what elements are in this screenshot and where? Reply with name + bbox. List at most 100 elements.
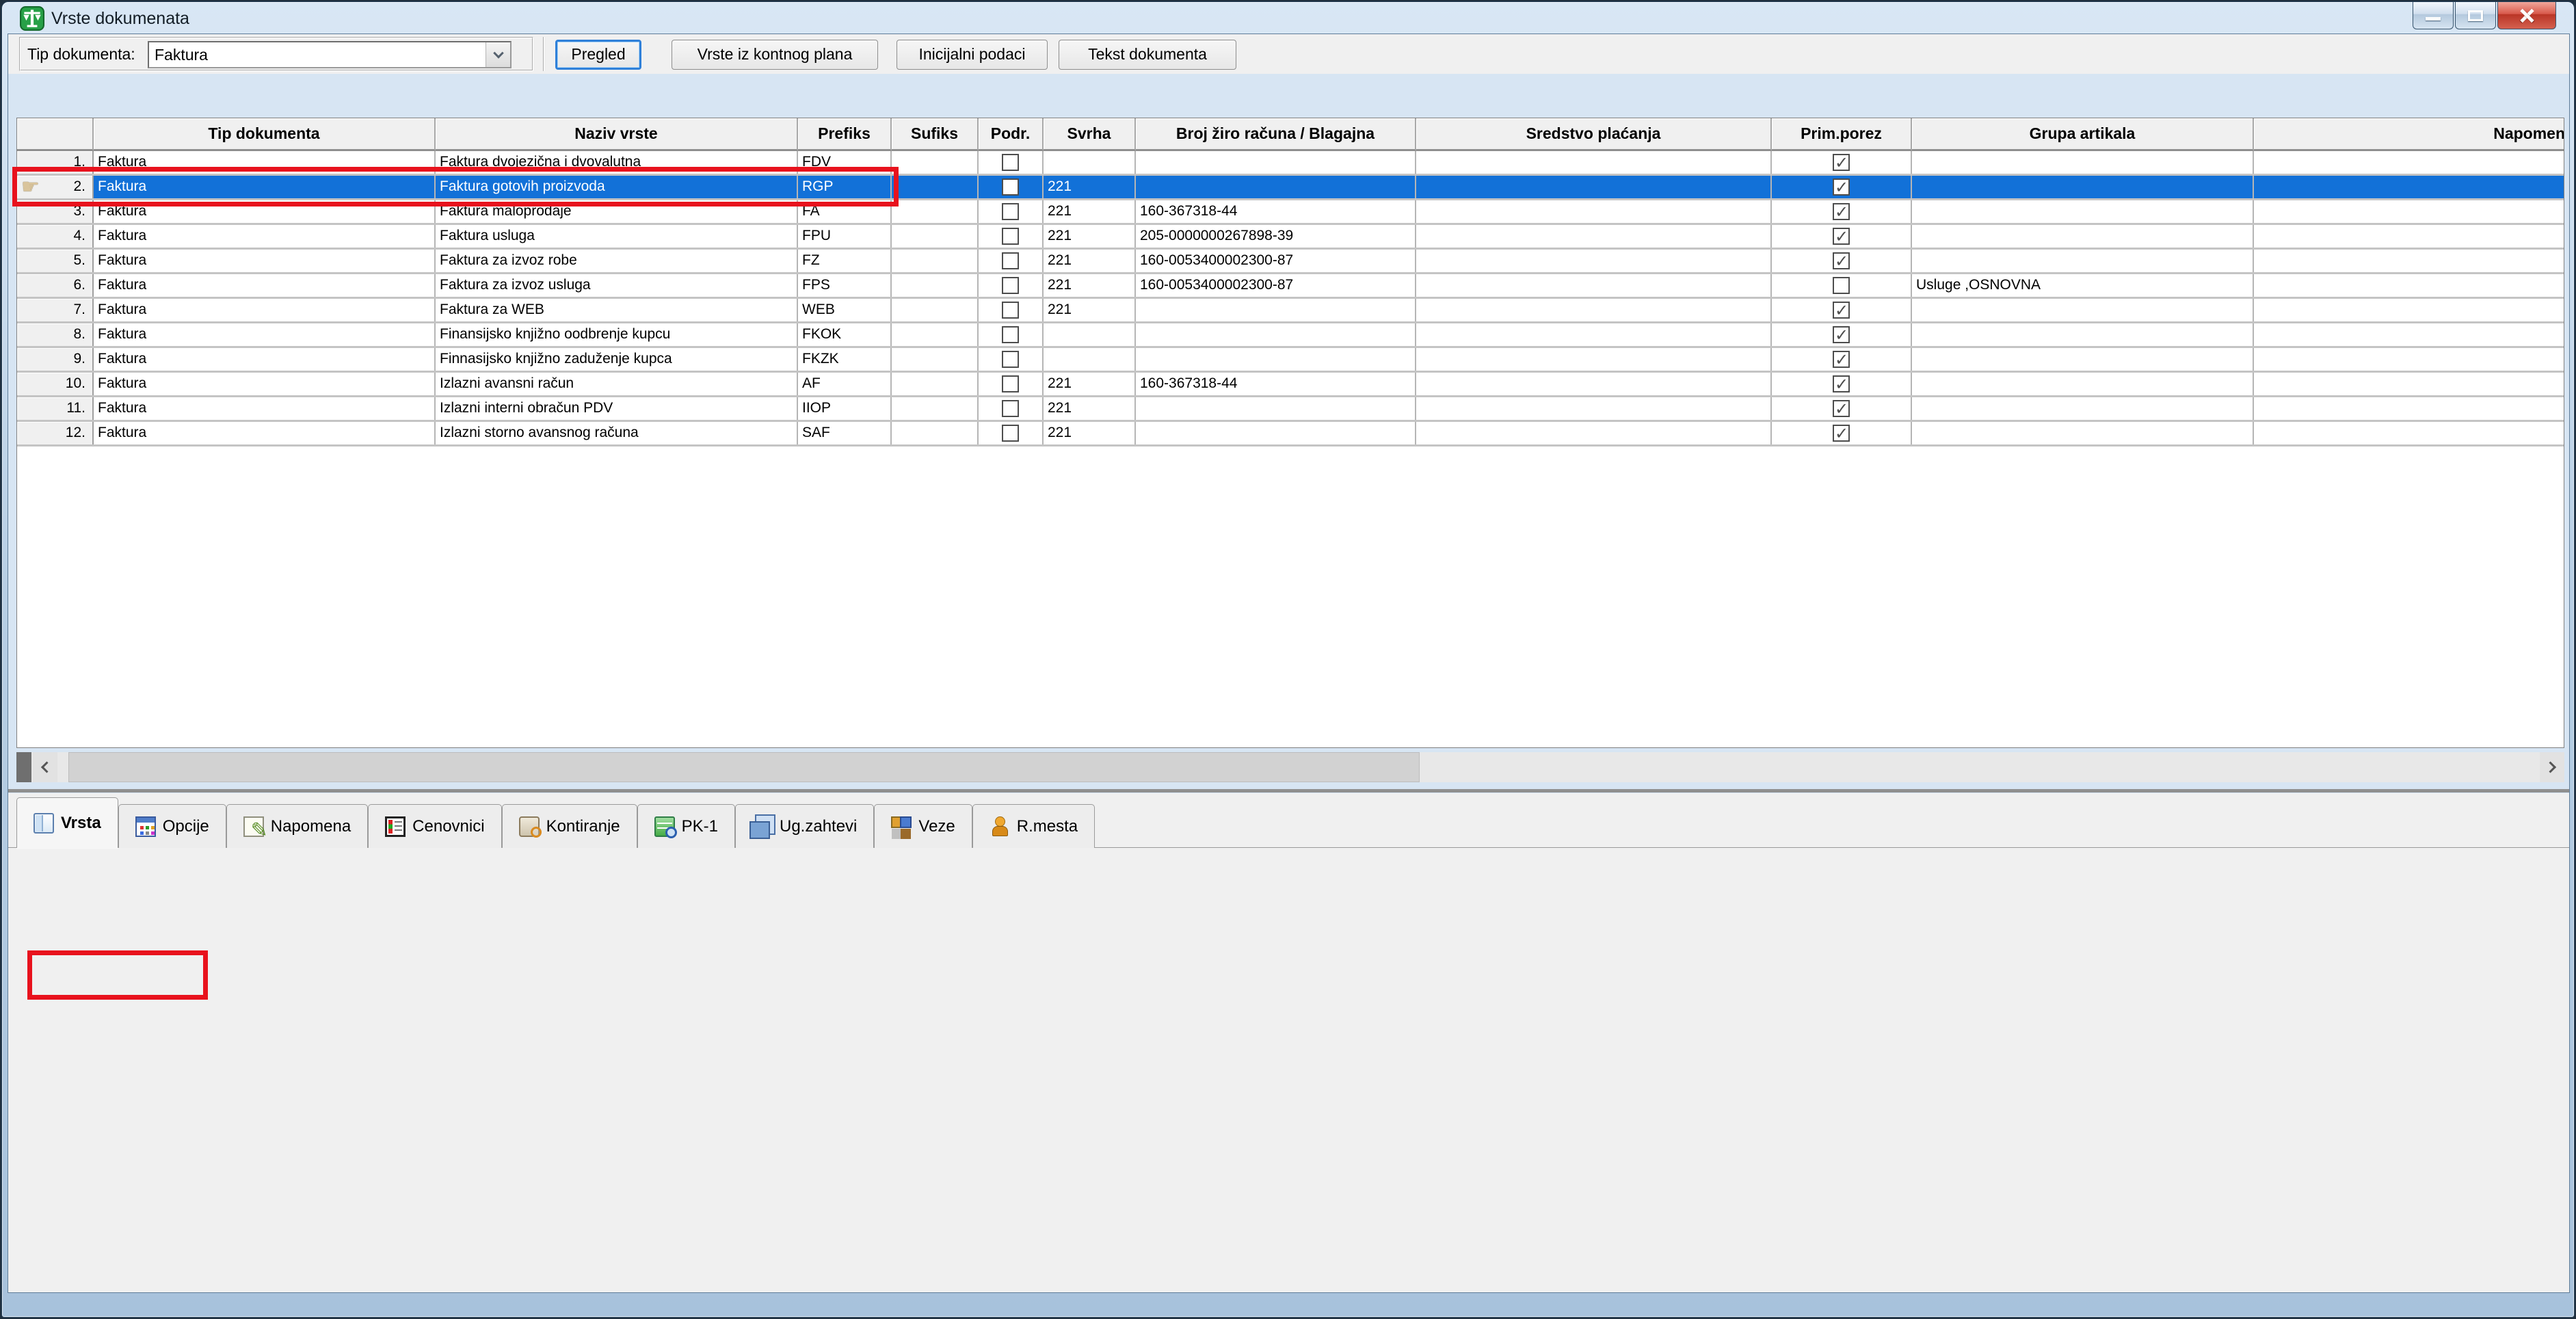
tab-label: Ug.zahtevi (780, 817, 857, 836)
table-row[interactable]: 10.FakturaIzlazni avansni računAF221160-… (17, 373, 2564, 397)
cell-row-number: 1. (17, 151, 94, 174)
cell-ziro-racun (1136, 348, 1416, 371)
column-header-tip-dokumenta[interactable]: Tip dokumenta (94, 118, 436, 151)
splitter-bar[interactable] (8, 789, 2570, 792)
podr-checkbox[interactable] (1002, 326, 1019, 343)
scroll-left-button[interactable] (33, 752, 57, 782)
podr-checkbox[interactable] (1002, 375, 1019, 392)
table-row[interactable]: 12.FakturaIzlazni storno avansnog računa… (17, 422, 2564, 447)
podr-checkbox[interactable] (1002, 277, 1019, 294)
podr-checkbox[interactable] (1002, 203, 1019, 220)
cell-grupa-artikala (1912, 422, 2254, 444)
scrollbar-thumb[interactable] (68, 752, 1420, 782)
podr-checkbox[interactable] (1002, 400, 1019, 417)
table-row[interactable]: 9.FakturaFinnasijsko knjižno zaduženje k… (17, 348, 2564, 373)
prim-porez-checkbox[interactable] (1833, 228, 1850, 245)
tab-veze[interactable]: Veze (874, 804, 972, 848)
minimize-button[interactable] (2413, 2, 2454, 29)
cell-napomena (2254, 373, 2564, 395)
scroll-right-button[interactable] (2540, 752, 2564, 782)
podr-checkbox[interactable] (1002, 252, 1019, 269)
table-row[interactable]: 8.FakturaFinansijsko knjižno oodbrenje k… (17, 323, 2564, 348)
table-row[interactable]: 6.FakturaFaktura za izvoz uslugaFPS22116… (17, 274, 2564, 299)
table-row[interactable]: 7.FakturaFaktura za WEBWEB221 (17, 299, 2564, 323)
tab-napomena[interactable]: Napomena (226, 804, 368, 848)
prim-porez-checkbox[interactable] (1833, 351, 1850, 368)
cell-prefiks: FPS (798, 274, 892, 297)
podr-checkbox[interactable] (1002, 228, 1019, 245)
cell-row-number: 9. (17, 348, 94, 371)
prim-porez-checkbox[interactable] (1833, 375, 1850, 392)
maximize-button[interactable] (2455, 2, 2496, 29)
column-header-ziro-racun[interactable]: Broj žiro računa / Blagajna (1136, 118, 1416, 151)
table-row[interactable]: 11.FakturaIzlazni interni obračun PDVIIO… (17, 397, 2564, 422)
podr-checkbox[interactable] (1002, 154, 1019, 171)
column-header-sufiks[interactable]: Sufiks (892, 118, 979, 151)
column-header-naziv-vrste[interactable]: Naziv vrste (436, 118, 798, 151)
table-row[interactable]: 5.FakturaFaktura za izvoz robeFZ221160-0… (17, 250, 2564, 274)
column-header-row-number[interactable] (17, 118, 94, 151)
prim-porez-checkbox[interactable] (1833, 178, 1850, 196)
column-header-svrha[interactable]: Svrha (1044, 118, 1136, 151)
tab-kontiranje[interactable]: Kontiranje (502, 804, 637, 848)
podr-checkbox[interactable] (1002, 178, 1019, 196)
cell-svrha: 221 (1044, 397, 1136, 420)
cell-prim-porez (1772, 250, 1912, 272)
table-header-row: Tip dokumentaNaziv vrstePrefiksSufiksPod… (17, 118, 2564, 151)
tekst-dokumenta-button[interactable]: Tekst dokumenta (1059, 40, 1236, 70)
column-header-prim-porez[interactable]: Prim.porez (1772, 118, 1912, 151)
column-header-sredstvo-placanja[interactable]: Sredstvo plaćanja (1416, 118, 1772, 151)
scrollbar-splitter-block[interactable] (16, 752, 31, 782)
podr-checkbox[interactable] (1002, 425, 1019, 442)
column-header-podr[interactable]: Podr. (979, 118, 1044, 151)
column-header-grupa-artikala[interactable]: Grupa artikala (1912, 118, 2254, 151)
cell-naziv-vrste: Finansijsko knjižno oodbrenje kupcu (436, 323, 798, 346)
prim-porez-checkbox[interactable] (1833, 400, 1850, 417)
tip-dokumenta-select[interactable]: Faktura (148, 41, 512, 68)
cell-sufiks (892, 200, 979, 223)
table-row[interactable]: 3.FakturaFaktura maloprodajeFA221160-367… (17, 200, 2564, 225)
tab-r-mesta[interactable]: R.mesta (972, 804, 1095, 848)
prim-porez-checkbox[interactable] (1833, 326, 1850, 343)
table-row[interactable]: 2.☛FakturaFaktura gotovih proizvodaRGP22… (17, 176, 2564, 200)
column-header-napomena[interactable]: Napomena (2254, 118, 2564, 151)
table-row[interactable]: 1.FakturaFaktura dvojezična i dvovalutna… (17, 151, 2564, 176)
tab-cenovnici[interactable]: Cenovnici (368, 804, 501, 848)
cell-naziv-vrste: Faktura za izvoz robe (436, 250, 798, 272)
prim-porez-checkbox[interactable] (1833, 425, 1850, 442)
prim-porez-checkbox[interactable] (1833, 252, 1850, 269)
cell-row-number: 3. (17, 200, 94, 223)
prim-porez-checkbox[interactable] (1833, 154, 1850, 171)
podr-checkbox[interactable] (1002, 351, 1019, 368)
close-button[interactable] (2497, 2, 2556, 29)
tab-label: Kontiranje (546, 817, 620, 836)
tab-pk-1[interactable]: PK-1 (637, 804, 735, 848)
prim-porez-checkbox[interactable] (1833, 277, 1850, 294)
column-header-prefiks[interactable]: Prefiks (798, 118, 892, 151)
cell-grupa-artikala (1912, 299, 2254, 321)
cell-prefiks: RGP (798, 176, 892, 198)
cell-prim-porez (1772, 299, 1912, 321)
title-bar[interactable]: Vrste dokumenata (2, 2, 2574, 34)
cell-tip-dokumenta: Faktura (94, 323, 436, 346)
cell-tip-dokumenta: Faktura (94, 299, 436, 321)
tab-label: Cenovnici (412, 817, 484, 836)
inicijalni-podaci-button[interactable]: Inicijalni podaci (897, 40, 1048, 70)
table-row[interactable]: 4.FakturaFaktura uslugaFPU221205-0000000… (17, 225, 2564, 250)
horizontal-scrollbar[interactable] (16, 752, 2564, 782)
cell-napomena (2254, 200, 2564, 223)
pregled-button[interactable]: Pregled (555, 40, 641, 70)
prim-porez-checkbox[interactable] (1833, 302, 1850, 319)
tab-ug-zahtevi[interactable]: Ug.zahtevi (735, 804, 874, 848)
vrste-iz-kontnog-plana-button[interactable]: Vrste iz kontnog plana (672, 40, 878, 70)
dropdown-arrow-icon[interactable] (486, 42, 510, 67)
cell-prefiks: FKZK (798, 348, 892, 371)
tab-label: Vrsta (61, 814, 101, 833)
cell-napomena (2254, 348, 2564, 371)
podr-checkbox[interactable] (1002, 302, 1019, 319)
prim-porez-checkbox[interactable] (1833, 203, 1850, 220)
tab-vrsta[interactable]: Vrsta (16, 797, 118, 848)
tab-opcije[interactable]: Opcije (118, 804, 226, 848)
cell-prim-porez (1772, 274, 1912, 297)
cell-svrha: 221 (1044, 373, 1136, 395)
